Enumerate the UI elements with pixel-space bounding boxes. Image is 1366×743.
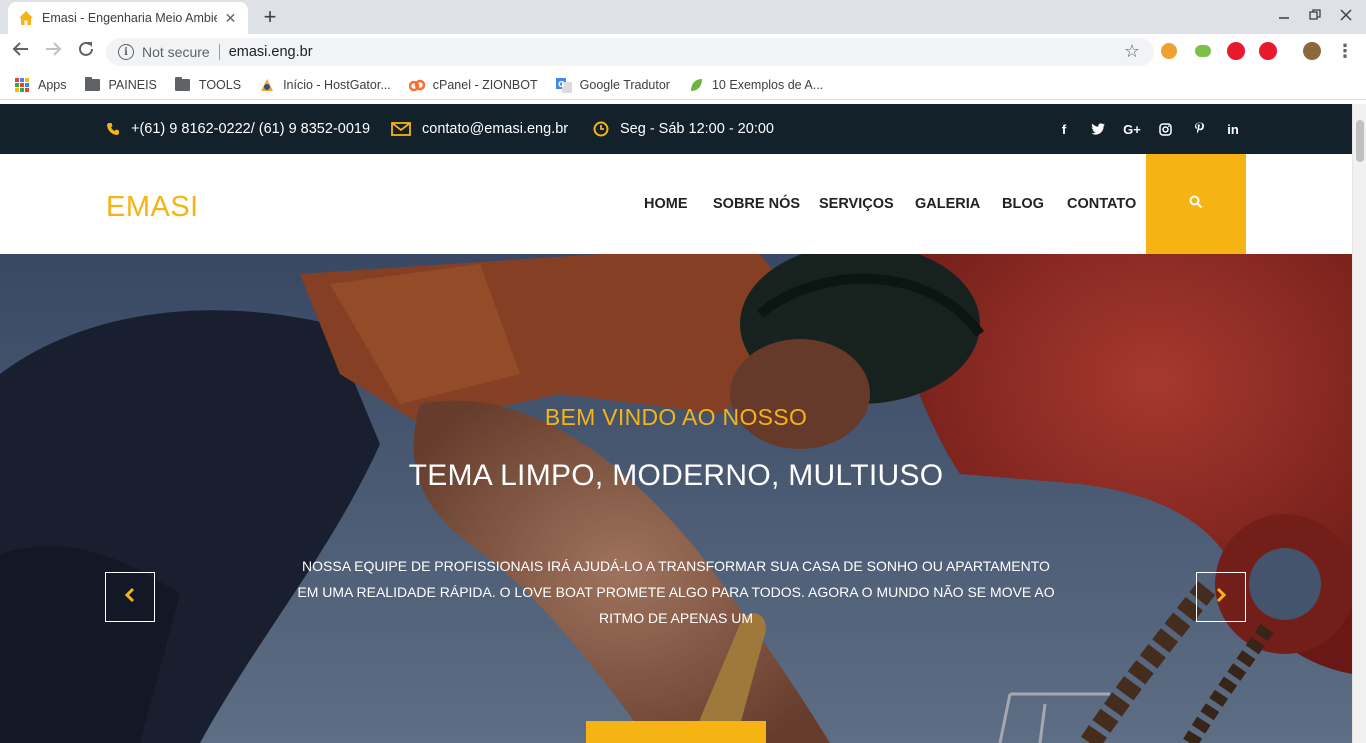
twitter-icon[interactable] — [1088, 104, 1108, 154]
linkedin-icon[interactable]: in — [1223, 104, 1243, 154]
restore-button[interactable] — [1299, 6, 1331, 28]
bookmark-star-icon[interactable]: ☆ — [1124, 41, 1140, 62]
slider-prev-button[interactable] — [105, 572, 155, 622]
forward-button[interactable] — [41, 40, 65, 64]
nav-sobre-nos[interactable]: SOBRE NÓS — [713, 154, 800, 254]
folder-icon — [85, 76, 101, 93]
minimize-button[interactable] — [1268, 6, 1300, 28]
bookmark-label: PAINEIS — [108, 77, 157, 92]
security-label: Not secure — [142, 44, 210, 60]
bookmark-label: cPanel - ZIONBOT — [432, 77, 538, 92]
hero-overlay — [0, 254, 1352, 743]
cpanel-icon — [408, 77, 425, 93]
tab-title: Emasi - Engenharia Meio Ambiente — [42, 11, 218, 25]
chevron-right-icon — [1214, 587, 1228, 608]
browser-menu-icon[interactable]: ⋮ — [1336, 40, 1354, 64]
address-bar[interactable]: i Not secure emasi.eng.br ☆ — [106, 38, 1154, 66]
site-logo[interactable]: EMASI — [106, 191, 199, 224]
omnibox-separator — [218, 44, 220, 60]
pinterest-icon[interactable] — [1189, 104, 1209, 154]
hero-slider: BEM VINDO AO NOSSO TEMA LIMPO, MODERNO, … — [0, 254, 1352, 743]
bookmark-cpanel[interactable]: cPanel - ZIONBOT — [408, 77, 538, 93]
leaf-icon — [688, 77, 704, 93]
browser-tab[interactable]: Emasi - Engenharia Meio Ambiente ✕ — [8, 2, 248, 34]
phone-info: +(61) 9 8162-0222/ (61) 9 8352-0019 — [106, 104, 370, 154]
hero-cta-button[interactable] — [586, 721, 766, 743]
close-window-button[interactable] — [1330, 6, 1362, 28]
svg-text:G: G — [558, 80, 565, 89]
facebook-icon[interactable]: f — [1054, 104, 1074, 154]
bookmark-exemplos[interactable]: 10 Exemplos de A... — [688, 77, 823, 93]
browser-toolbar: i Not secure emasi.eng.br ☆ ⋮ — [0, 34, 1366, 70]
tab-close-icon[interactable]: ✕ — [223, 10, 238, 26]
nav-blog[interactable]: BLOG — [1002, 154, 1044, 254]
scrollbar-thumb[interactable] — [1356, 120, 1364, 162]
google-plus-icon[interactable]: G+ — [1121, 104, 1143, 154]
nav-servicos[interactable]: SERVIÇOS — [819, 154, 894, 254]
hours-text: Seg - Sáb 12:00 - 20:00 — [620, 121, 774, 137]
nav-galeria[interactable]: GALERIA — [915, 154, 980, 254]
phone-text: +(61) 9 8162-0222/ (61) 9 8352-0019 — [131, 121, 371, 137]
profile-avatar[interactable] — [1303, 42, 1321, 60]
url-text[interactable]: emasi.eng.br — [229, 44, 313, 60]
envelope-icon — [391, 122, 411, 136]
email-text[interactable]: contato@emasi.eng.br — [422, 121, 568, 137]
hero-subtitle: BEM VINDO AO NOSSO — [544, 404, 808, 430]
page-scrollbar[interactable] — [1352, 104, 1366, 743]
info-icon[interactable]: i — [118, 44, 134, 60]
hours-info: Seg - Sáb 12:00 - 20:00 — [593, 104, 774, 154]
nav-contato[interactable]: CONTATO — [1067, 154, 1136, 254]
clock-icon — [593, 121, 609, 137]
bookmark-tools[interactable]: TOOLS — [175, 76, 242, 93]
adblock-icon[interactable] — [1227, 42, 1245, 60]
bookmark-hostgator[interactable]: Início - HostGator... — [259, 77, 391, 93]
bookmark-apps[interactable]: Apps — [14, 77, 67, 93]
google-translate-icon: G — [555, 77, 572, 93]
bookmark-google-tradutor[interactable]: G Google Tradutor — [555, 77, 670, 93]
hero-title: TEMA LIMPO, MODERNO, MULTIUSO — [408, 459, 944, 492]
search-icon — [1189, 195, 1203, 214]
slider-next-button[interactable] — [1196, 572, 1246, 622]
reload-button[interactable] — [74, 40, 98, 64]
phone-icon — [106, 122, 120, 136]
browser-tabstrip: Emasi - Engenharia Meio Ambiente ✕ + — [0, 0, 1366, 34]
bookmark-label: 10 Exemplos de A... — [711, 77, 824, 92]
instagram-icon[interactable] — [1155, 104, 1175, 154]
bookmark-label: Google Tradutor — [579, 77, 670, 92]
apps-grid-icon — [14, 77, 30, 93]
bookmark-paineis[interactable]: PAINEIS — [85, 76, 157, 93]
chevron-left-icon — [123, 587, 137, 608]
hero-description: NOSSA EQUIPE DE PROFISSIONAIS IRÁ AJUDÁ-… — [297, 558, 1055, 626]
bookmark-label: Apps — [38, 77, 67, 92]
extension-2-icon[interactable] — [1195, 45, 1211, 57]
home-favicon-icon — [18, 10, 34, 26]
back-button[interactable] — [9, 40, 33, 64]
bookmark-label: TOOLS — [198, 77, 242, 92]
contact-topbar: +(61) 9 8162-0222/ (61) 9 8352-0019 cont… — [0, 104, 1352, 154]
search-button[interactable] — [1146, 154, 1246, 254]
email-info: contato@emasi.eng.br — [391, 104, 568, 154]
bookmarks-bar: Apps PAINEIS TOOLS Início - HostGator...… — [0, 70, 1366, 100]
new-tab-button[interactable]: + — [258, 6, 282, 30]
extension-4-icon[interactable] — [1259, 42, 1277, 60]
site-header: EMASI HOME SOBRE NÓS SERVIÇOS GALERIA BL… — [0, 154, 1352, 254]
nav-home[interactable]: HOME — [644, 154, 688, 254]
bookmark-label: Início - HostGator... — [283, 77, 391, 92]
folder-icon — [175, 76, 191, 93]
web-page: +(61) 9 8162-0222/ (61) 9 8352-0019 cont… — [0, 104, 1352, 743]
hostgator-icon — [259, 77, 275, 93]
extension-1-icon[interactable] — [1161, 43, 1177, 59]
